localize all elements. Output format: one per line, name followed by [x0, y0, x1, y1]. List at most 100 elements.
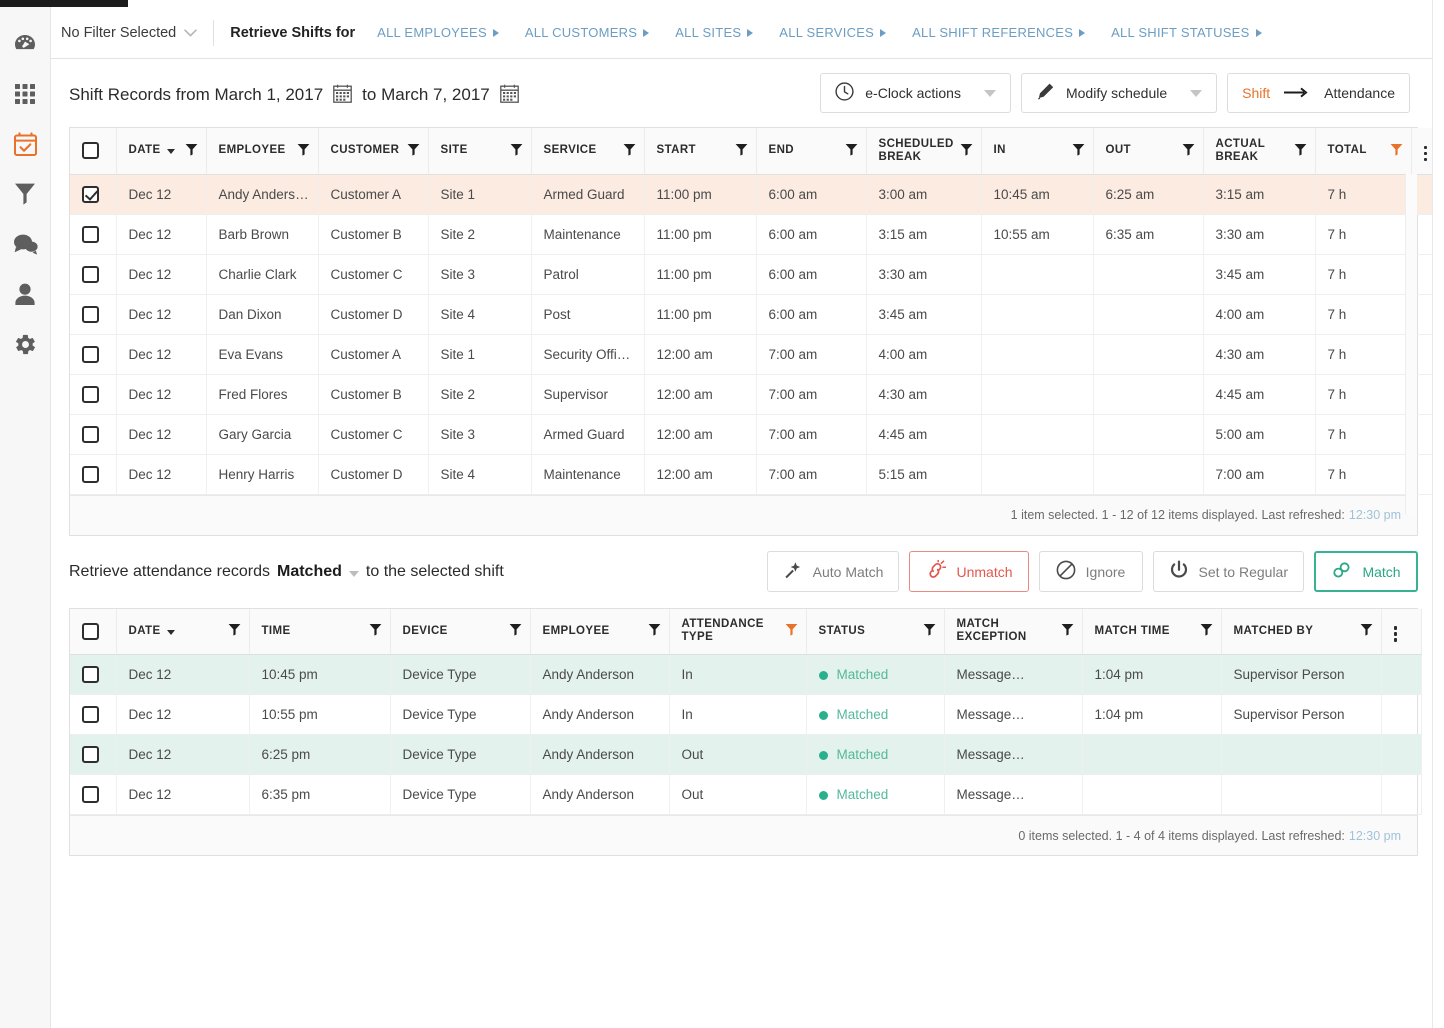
- column-header-scheduled-break[interactable]: SCHEDULED BREAK: [866, 128, 982, 175]
- filter-icon[interactable]: [735, 143, 748, 159]
- attendance-mode-value[interactable]: Matched: [277, 563, 342, 581]
- row-checkbox[interactable]: [82, 425, 99, 443]
- sidebar-item-filters[interactable]: [0, 169, 51, 219]
- column-header-actual-break[interactable]: ACTUAL BREAK: [1203, 128, 1316, 175]
- ignore-button[interactable]: Ignore: [1038, 551, 1143, 592]
- more-options-icon[interactable]: [1393, 626, 1397, 642]
- column-header-matched-by[interactable]: MATCHED BY: [1221, 608, 1382, 655]
- table-row[interactable]: Dec 12 Gary Garcia Customer C Site 3 Armed G…: [70, 414, 1444, 455]
- filter-icon[interactable]: [1182, 143, 1195, 159]
- filter-icon[interactable]: [1072, 143, 1085, 159]
- shift-grid-scrollbar[interactable]: [1405, 174, 1417, 514]
- filter-icon[interactable]: [297, 143, 310, 159]
- column-header-time[interactable]: TIME: [249, 608, 391, 655]
- column-header-out[interactable]: OUT: [1093, 128, 1204, 175]
- row-checkbox[interactable]: [82, 465, 99, 483]
- table-row[interactable]: Dec 12 10:45 pm Device Type Andy Anderson In…: [70, 654, 1422, 695]
- table-row[interactable]: Dec 12 Barb Brown Customer B Site 2 Maintena…: [70, 214, 1444, 255]
- shift-attendance-toggle[interactable]: Shift Attendance: [1227, 73, 1410, 113]
- nav-link-all-services[interactable]: ALL SERVICES: [779, 25, 904, 40]
- row-select-cell: [70, 774, 117, 815]
- column-header-total[interactable]: TOTAL: [1315, 128, 1412, 175]
- filter-icon[interactable]: [623, 143, 636, 159]
- table-row[interactable]: Dec 12 Dan Dixon Customer D Site 4 Post 11:00…: [70, 294, 1444, 335]
- calendar-icon-from[interactable]: [333, 84, 353, 108]
- row-checkbox[interactable]: [82, 305, 99, 323]
- table-row[interactable]: Dec 12 10:55 pm Device Type Andy Anderson In…: [70, 694, 1422, 735]
- filter-icon[interactable]: [510, 143, 523, 159]
- modify-schedule-button[interactable]: Modify schedule: [1020, 73, 1218, 113]
- filter-icon-active[interactable]: [1390, 143, 1403, 159]
- filter-icon[interactable]: [228, 623, 241, 639]
- table-row[interactable]: Dec 12 Eva Evans Customer A Site 1 Security …: [70, 334, 1444, 375]
- column-header-employee[interactable]: EMPLOYEE: [530, 608, 670, 655]
- table-row[interactable]: Dec 12 Charlie Clark Customer C Site 3 Patro…: [70, 254, 1444, 295]
- table-row[interactable]: Dec 12 Andy Anderson Customer A Site 1 Armed…: [70, 174, 1444, 215]
- sidebar-item-schedule[interactable]: [0, 119, 51, 169]
- column-header-start[interactable]: START: [644, 128, 757, 175]
- filter-icon[interactable]: [648, 623, 661, 639]
- row-checkbox[interactable]: [82, 265, 99, 283]
- filter-icon[interactable]: [845, 143, 858, 159]
- chevron-down-icon[interactable]: [348, 570, 359, 577]
- filter-icon-active[interactable]: [785, 623, 798, 639]
- table-row[interactable]: Dec 12 Fred Flores Customer B Site 2 Supervi…: [70, 374, 1444, 415]
- column-label: TOTAL: [1327, 144, 1367, 157]
- sidebar-item-profile[interactable]: [0, 269, 51, 319]
- column-header-date[interactable]: DATE: [116, 608, 250, 655]
- filter-icon[interactable]: [1200, 623, 1213, 639]
- nav-link-all-shift-references[interactable]: ALL SHIFT REFERENCES: [912, 25, 1103, 40]
- table-row[interactable]: Dec 12 Henry Harris Customer D Site 4 Mainte…: [70, 454, 1444, 495]
- unmatch-button[interactable]: Unmatch: [909, 551, 1029, 592]
- filter-icon[interactable]: [369, 623, 382, 639]
- match-button[interactable]: Match: [1314, 551, 1418, 592]
- filter-icon[interactable]: [960, 143, 973, 159]
- column-header-employee[interactable]: EMPLOYEE: [206, 128, 319, 175]
- column-header-status[interactable]: STATUS: [806, 608, 945, 655]
- row-checkbox[interactable]: [82, 666, 99, 683]
- column-header-in[interactable]: IN: [981, 128, 1094, 175]
- filter-icon[interactable]: [1360, 623, 1373, 639]
- filter-icon[interactable]: [407, 143, 420, 159]
- column-header-match-time[interactable]: MATCH TIME: [1082, 608, 1222, 655]
- filter-selector[interactable]: No Filter Selected: [61, 25, 213, 41]
- set-to-regular-button[interactable]: Set to Regular: [1152, 551, 1304, 592]
- row-checkbox[interactable]: [82, 746, 99, 763]
- nav-link-all-shift-statuses[interactable]: ALL SHIFT STATUSES: [1111, 25, 1279, 40]
- row-checkbox[interactable]: [82, 385, 99, 403]
- column-header-attendance-type[interactable]: ATTENDANCE TYPE: [669, 608, 807, 655]
- filter-icon[interactable]: [509, 623, 522, 639]
- sidebar-item-apps[interactable]: [0, 69, 51, 119]
- filter-icon[interactable]: [1294, 143, 1307, 159]
- nav-link-all-sites[interactable]: ALL SITES: [675, 25, 771, 40]
- sidebar-item-messages[interactable]: [0, 219, 51, 269]
- eclock-actions-button[interactable]: e-Clock actions: [820, 73, 1011, 113]
- filter-icon[interactable]: [185, 143, 198, 159]
- filter-icon[interactable]: [1061, 623, 1074, 639]
- row-checkbox[interactable]: [82, 706, 99, 723]
- table-row[interactable]: Dec 12 6:25 pm Device Type Andy Anderson Out…: [70, 734, 1422, 775]
- select-all-checkbox[interactable]: [82, 142, 99, 160]
- table-row[interactable]: Dec 12 6:35 pm Device Type Andy Anderson Out…: [70, 774, 1422, 815]
- row-checkbox[interactable]: [82, 345, 99, 363]
- row-checkbox[interactable]: [82, 786, 99, 803]
- column-header-service[interactable]: SERVICE: [531, 128, 645, 175]
- column-options-header[interactable]: [1381, 608, 1422, 655]
- row-checkbox[interactable]: [82, 225, 99, 243]
- nav-link-all-customers[interactable]: ALL CUSTOMERS: [525, 25, 667, 40]
- more-options-icon[interactable]: [1423, 145, 1427, 162]
- auto-match-button[interactable]: Auto Match: [766, 551, 900, 592]
- nav-link-all-employees[interactable]: ALL EMPLOYEES: [377, 25, 517, 40]
- column-header-date[interactable]: DATE: [116, 128, 207, 175]
- select-all-checkbox[interactable]: [82, 622, 99, 640]
- calendar-icon-to[interactable]: [499, 84, 519, 108]
- column-header-device[interactable]: DEVICE: [390, 608, 531, 655]
- row-checkbox[interactable]: [82, 185, 99, 203]
- sidebar-item-dashboard[interactable]: [0, 19, 51, 69]
- filter-icon[interactable]: [923, 623, 936, 639]
- column-header-end[interactable]: END: [756, 128, 867, 175]
- sidebar-item-settings[interactable]: [0, 319, 51, 369]
- column-header-customer[interactable]: CUSTOMER: [318, 128, 429, 175]
- column-header-match-exception[interactable]: MATCH EXCEPTION: [944, 608, 1083, 655]
- column-header-site[interactable]: SITE: [428, 128, 532, 175]
